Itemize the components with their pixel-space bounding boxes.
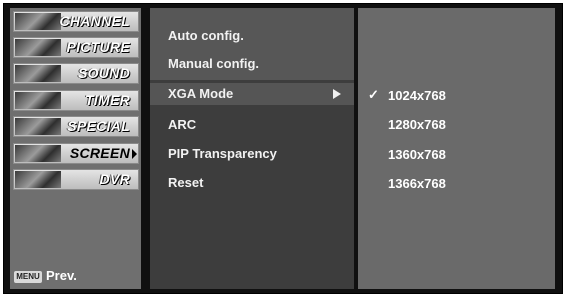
- category-label: SCREEN: [69, 145, 130, 161]
- submenu-item-label: XGA Mode: [168, 86, 234, 101]
- option-1280x768[interactable]: 1280x768: [388, 117, 446, 132]
- options-column: ✓ 1024x768 1280x768 1360x768 1366x768: [358, 8, 555, 289]
- prev-hint[interactable]: MENU Prev.: [14, 268, 77, 284]
- submenu-item-auto-config[interactable]: Auto config.: [168, 28, 244, 43]
- submenu-item-manual-config[interactable]: Manual config.: [168, 56, 259, 71]
- category-label: DVR: [99, 171, 130, 187]
- category-sound[interactable]: SOUND: [13, 63, 139, 84]
- submenu-item-arc[interactable]: ARC: [168, 117, 196, 132]
- menu-key-icon: MENU: [14, 270, 42, 283]
- sound-thumbnail-icon: [15, 65, 61, 82]
- category-picture[interactable]: PICTURE: [13, 37, 139, 58]
- category-screen[interactable]: SCREEN: [13, 143, 139, 164]
- category-column: CHANNEL PICTURE SOUND TIMER SPECIAL SCRE…: [10, 8, 141, 289]
- dvr-thumbnail-icon: [15, 171, 61, 188]
- prev-label: Prev.: [46, 268, 77, 283]
- screen-thumbnail-icon: [15, 145, 61, 162]
- channel-thumbnail-icon: [15, 13, 61, 30]
- submenu-item-xga-mode[interactable]: XGA Mode: [150, 83, 354, 105]
- category-channel[interactable]: CHANNEL: [13, 11, 139, 32]
- category-label: CHANNEL: [59, 13, 130, 29]
- option-1366x768[interactable]: 1366x768: [388, 176, 446, 191]
- submenu-item-pip-transparency[interactable]: PIP Transparency: [168, 146, 277, 161]
- category-timer[interactable]: TIMER: [13, 90, 139, 111]
- category-label: SOUND: [77, 65, 130, 81]
- category-special[interactable]: SPECIAL: [13, 116, 139, 137]
- option-1360x768[interactable]: 1360x768: [388, 147, 446, 162]
- timer-thumbnail-icon: [15, 92, 61, 109]
- submenu-arrow-icon: [333, 89, 341, 99]
- submenu-item-reset[interactable]: Reset: [168, 175, 203, 190]
- category-label: TIMER: [84, 92, 130, 108]
- arrow-right-icon: [132, 149, 137, 159]
- option-1024x768[interactable]: 1024x768: [388, 88, 446, 103]
- category-label: PICTURE: [66, 39, 130, 55]
- submenu-column: Auto config. Manual config. XGA Mode ARC…: [150, 8, 354, 289]
- check-icon: ✓: [368, 87, 379, 102]
- special-thumbnail-icon: [15, 118, 61, 135]
- picture-thumbnail-icon: [15, 39, 61, 56]
- category-dvr[interactable]: DVR: [13, 169, 139, 190]
- category-label: SPECIAL: [67, 118, 130, 134]
